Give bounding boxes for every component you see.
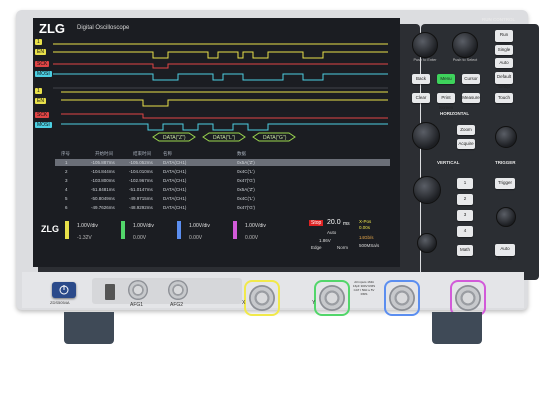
multipurpose-knob[interactable] (412, 32, 438, 58)
measure-button[interactable]: Measure (462, 93, 480, 103)
ch1-marker: 1 (35, 39, 42, 45)
zoom-button[interactable]: Zoom (457, 125, 475, 135)
touch-button[interactable]: Touch (495, 93, 513, 103)
afg1-connector[interactable] (128, 280, 148, 300)
trigger-sweep: Norm (337, 245, 348, 250)
sck-marker: SCK (35, 112, 50, 118)
sample-rate: 14Gb/s (359, 235, 374, 240)
table-row[interactable]: 2 -104.844ms -104.010ms DATA(CH1) 0x4C('L') (55, 168, 390, 175)
table-row[interactable]: 3 -103.800ms -102.967ms DATA(CH1) 0x47('G') (55, 177, 390, 184)
decode-table: 序号 开始时间 结束时间 名称 数据 1 -105.887ms -105.052ms… (55, 150, 390, 218)
brand-subtitle: Digital Oscilloscope (77, 25, 130, 31)
memory-depth: 500MSa/s (359, 243, 380, 248)
afg2-connector[interactable] (168, 280, 188, 300)
en-marker: EN (35, 98, 46, 104)
power-icon (59, 285, 69, 295)
power-button[interactable] (52, 282, 76, 298)
front-panel: ZDS5054A AFG1 AFG2 All inputs 1MΩ 16pF 3… (22, 272, 524, 311)
auto-mode: Auto (327, 230, 337, 235)
vertical-scale-knob[interactable] (413, 176, 441, 204)
knob-label: Push to Enter (413, 58, 437, 62)
vertical-position-knob[interactable] (417, 233, 437, 253)
horizontal-position-knob[interactable] (495, 126, 517, 148)
table-row[interactable]: 5 -50.8049ms -49.9715ms DATA(CH1) 0x4C('L') (55, 195, 390, 202)
single-button[interactable]: Single (495, 45, 513, 55)
horizontal-title: HORIZONTAL (440, 111, 470, 116)
ch3-scale[interactable]: 1.00V/div 0.00V (177, 221, 231, 241)
xpos-label: X-Pos (359, 219, 372, 224)
ch2-button[interactable]: 2 (457, 194, 473, 205)
waveform-display: DATA("Z") DATA("L") DATA("G") (53, 43, 388, 142)
brand-logo: ZLG (39, 21, 65, 36)
ch4-button[interactable]: 4 (457, 226, 473, 237)
decode-label: DATA("G") (263, 135, 287, 141)
vertical-title: VERTICAL (437, 160, 460, 165)
menu-button[interactable]: Menu (437, 74, 455, 84)
default-setup-button[interactable]: Default Setup (495, 72, 513, 89)
left-foot (64, 312, 114, 344)
status-bar: ZLG 1.00V/div -1.32V 1.00V/div 0.00V 1.00V… (41, 218, 393, 260)
trigger-level: 1.86V (319, 238, 331, 243)
model-label: ZDS5054A (50, 300, 70, 305)
table-row[interactable]: 4 -51.8481ms -51.0147ms DATA(CH1) 0x5A('Z') (55, 186, 390, 193)
back-button[interactable]: Back (412, 74, 430, 84)
mosi-marker: MOSI (35, 71, 52, 77)
ch2-scale[interactable]: 1.00V/div 0.00V (121, 221, 175, 241)
ch3-input[interactable] (389, 285, 415, 311)
ch1-button[interactable]: 1 (457, 178, 473, 189)
afg2-label: AFG2 (170, 302, 184, 308)
ch3-button[interactable]: 3 (457, 210, 473, 221)
cursor-button[interactable]: Cursor (462, 74, 480, 84)
math-button[interactable]: Math (457, 245, 473, 256)
clear-button[interactable]: Clear (412, 93, 430, 103)
display-screen: ZLG Digital Oscilloscope DATA("Z") DATA(… (33, 18, 400, 267)
timebase-unit: ms (343, 221, 350, 227)
ch2-input[interactable] (319, 285, 345, 311)
right-foot (432, 312, 482, 344)
xpos-value: 0.00s (359, 225, 371, 230)
input-warning: All inputs 1MΩ 16pF 300V RMS CAT I 50Ω ≤… (352, 280, 376, 296)
auto-normal-button[interactable]: Auto Normal (495, 244, 515, 261)
horizontal-scale-knob[interactable] (412, 122, 440, 150)
timebase-value[interactable]: 20.0 (327, 219, 341, 226)
stop-indicator[interactable]: Stop (309, 220, 324, 226)
decode-label: DATA("L") (213, 135, 236, 141)
ch1-marker: 1 (35, 88, 42, 94)
run-stop-button[interactable]: Run Stop (495, 30, 513, 47)
table-row[interactable]: 1 -105.887ms -105.052ms DATA(CH1) 0x5A('Z') (55, 159, 390, 166)
decode-label: DATA("Z") (163, 135, 186, 141)
trigger-button[interactable]: Trigger (495, 178, 515, 189)
print-screen-button[interactable]: Print Screen (437, 93, 455, 110)
select-knob[interactable] (452, 32, 478, 58)
trigger-mode: Edge (311, 245, 322, 250)
run-control-title: RUN CONTROL (482, 17, 516, 22)
usb-port[interactable] (105, 284, 115, 300)
knob-label: Push to Select (452, 58, 478, 62)
trigger-level-knob[interactable] (496, 207, 516, 227)
brand-logo-small: ZLG (41, 224, 59, 234)
x-label: X (242, 300, 246, 306)
sck-marker: SCK (35, 61, 50, 67)
ch1-input[interactable] (249, 285, 275, 311)
y-label: Y (312, 300, 316, 306)
ch4-scale[interactable]: 1.00V/div 0.00V (233, 221, 287, 241)
control-panel (421, 24, 539, 280)
table-header: 序号 开始时间 结束时间 名称 数据 (61, 151, 246, 156)
acquire-button[interactable]: Acquire (457, 139, 475, 149)
ch4-input[interactable] (455, 285, 481, 311)
table-row[interactable]: 6 -49.7626ms -48.9292ms DATA(CH1) 0x47('G') (55, 204, 390, 211)
ch1-scale[interactable]: 1.00V/div -1.32V (65, 221, 119, 241)
afg1-label: AFG1 (130, 302, 144, 308)
mosi-marker: MOSI (35, 122, 52, 128)
auto-scale-button[interactable]: Auto Scale (495, 58, 513, 75)
en-marker: EN (35, 49, 46, 55)
trigger-title: TRIGGER (495, 160, 516, 165)
